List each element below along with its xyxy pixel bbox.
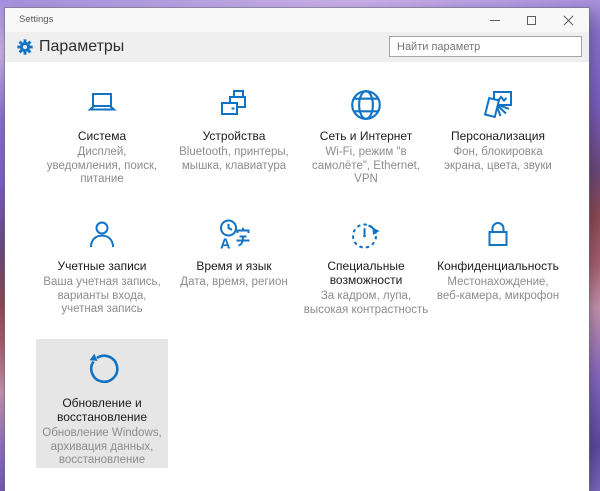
gear-icon	[17, 39, 33, 55]
tile-ease-of-access[interactable]: Специальные возможности За кадром, лупа,…	[300, 216, 432, 317]
tile-subtitle: За кадром, лупа, высокая контрастность	[303, 290, 429, 316]
tile-subtitle: Дата, время, регион	[180, 276, 288, 288]
tile-time-language[interactable]: A Время и язык Дата, время, регион	[168, 216, 300, 317]
caption-buttons	[476, 8, 587, 32]
tile-title: Учетные записи	[57, 259, 147, 273]
close-button[interactable]	[550, 8, 587, 32]
tiles-row-1: Система Дисплей, уведомления, поиск, пит…	[36, 86, 564, 187]
tile-subtitle: Ваша учетная запись, варианты входа, уче…	[43, 276, 161, 315]
tiles-row-2: Учетные записи Ваша учетная запись, вари…	[36, 216, 564, 317]
titlebar[interactable]: Settings	[5, 8, 589, 32]
maximize-button[interactable]	[513, 8, 550, 32]
maximize-icon	[527, 15, 536, 25]
tile-subtitle: Wi-Fi, режим "в самолёте", Ethernet, VPN	[312, 146, 420, 185]
tile-title: Конфиденциальность	[437, 259, 559, 273]
tile-title: Система	[77, 129, 127, 143]
settings-window: Settings Параметры Найти параметр Систем…	[5, 8, 589, 491]
clock-language-icon: A	[168, 216, 300, 254]
tile-subtitle: Обновление Windows, архивация данных, во…	[42, 427, 162, 466]
tile-network[interactable]: Сеть и Интернет Wi-Fi, режим "в самолёте…	[300, 86, 432, 187]
tile-personalization[interactable]: Персонализация Фон, блокировка экрана, ц…	[432, 86, 564, 187]
tile-accounts[interactable]: Учетные записи Ваша учетная запись, вари…	[36, 216, 168, 317]
laptop-icon	[36, 86, 168, 124]
lock-icon	[432, 216, 564, 254]
printer-icon	[168, 86, 300, 124]
tile-title: Обновление и восстановление	[56, 396, 148, 424]
header: Параметры	[5, 32, 589, 62]
tile-subtitle: Bluetooth, принтеры, мышка, клавиатура	[179, 146, 289, 172]
page-title: Параметры	[39, 38, 125, 55]
tiles-row-3: Обновление и восстановление Обновление W…	[36, 339, 168, 468]
tile-title: Устройства	[202, 129, 266, 143]
tile-title: Сеть и Интернет	[319, 129, 413, 143]
update-arrow-icon	[36, 347, 168, 391]
tile-subtitle: Фон, блокировка экрана, цвета, звуки	[444, 146, 552, 172]
tile-update-recovery[interactable]: Обновление и восстановление Обновление W…	[36, 339, 168, 468]
tile-devices[interactable]: Устройства Bluetooth, принтеры, мышка, к…	[168, 86, 300, 187]
globe-icon	[300, 86, 432, 124]
search-input[interactable]	[389, 36, 582, 57]
tile-privacy[interactable]: Конфиденциальность Местонахождение, веб-…	[432, 216, 564, 317]
tile-title: Персонализация	[450, 129, 546, 143]
tile-system[interactable]: Система Дисплей, уведомления, поиск, пит…	[36, 86, 168, 187]
ease-of-access-icon	[300, 216, 432, 254]
personalization-icon	[432, 86, 564, 124]
tile-title: Специальные возможности	[327, 259, 405, 287]
person-icon	[36, 216, 168, 254]
close-icon	[562, 14, 575, 27]
tile-subtitle: Местонахождение, веб-камера, микрофон	[436, 276, 560, 302]
tile-subtitle: Дисплей, уведомления, поиск, питание	[46, 146, 158, 185]
minimize-button[interactable]	[476, 8, 513, 32]
svg-text:A: A	[220, 237, 231, 253]
minimize-icon	[489, 19, 500, 21]
window-title: Settings	[19, 14, 54, 25]
tile-title: Время и язык	[196, 259, 272, 273]
